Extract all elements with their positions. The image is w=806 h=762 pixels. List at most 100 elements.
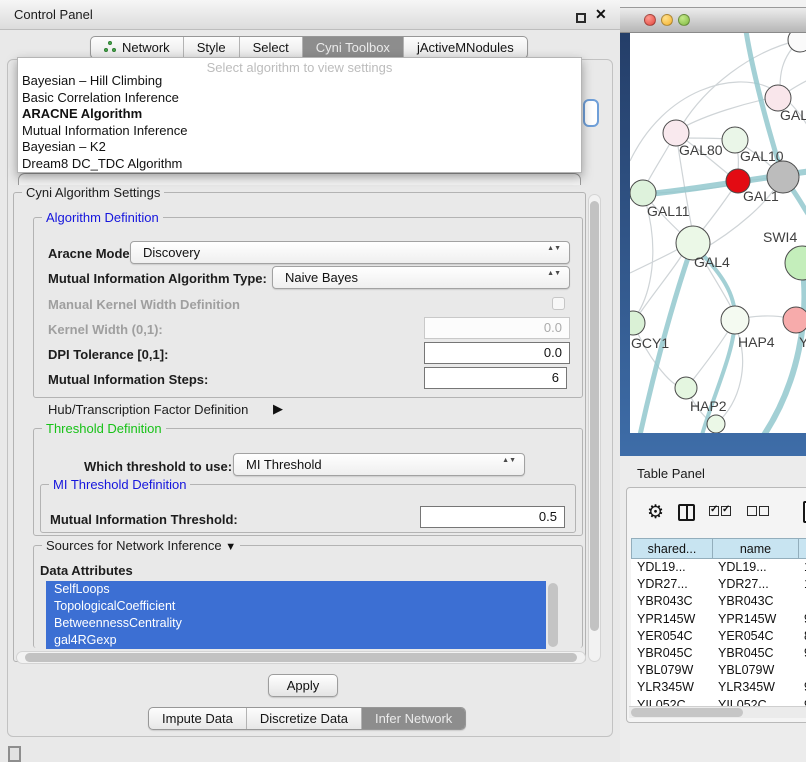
tab-select[interactable]: Select	[240, 37, 303, 58]
tab-network[interactable]: Network	[91, 37, 184, 58]
network-node-y[interactable]	[783, 307, 806, 333]
mi-threshold-group-title: MI Threshold Definition	[49, 477, 190, 492]
node-label: HAP4	[738, 334, 775, 350]
network-edge[interactable]	[630, 247, 682, 273]
network-graph[interactable]: GALGAL80GAL10GAL1GAL11SWI4GAL4GCY1HAP4YH…	[630, 33, 806, 433]
attributes-scrollbar-thumb[interactable]	[548, 583, 558, 647]
column-header[interactable]: shared...	[631, 538, 712, 559]
tab-jactivemnodules[interactable]: jActiveMNodules	[404, 37, 527, 58]
kernel-width-field[interactable]: 0.0	[424, 317, 570, 339]
table-cell: YLR345W	[631, 679, 712, 696]
dropdown-item[interactable]: Dream8 DC_TDC Algorithm	[18, 156, 581, 173]
close-traffic-light-icon[interactable]	[644, 14, 656, 26]
dpi-tolerance-field[interactable]: 0.0	[424, 342, 570, 364]
table-cell: 9.	[798, 679, 806, 696]
select-all-icon[interactable]	[709, 503, 733, 521]
dropdown-item[interactable]: Mutual Information Inference	[18, 123, 581, 140]
network-canvas[interactable]: GALGAL80GAL10GAL1GAL11SWI4GAL4GCY1HAP4YH…	[630, 33, 806, 433]
stepper-arrows-icon: ▲▼	[547, 270, 561, 278]
table-cell: YDR27...	[631, 576, 712, 593]
network-node[interactable]	[707, 415, 725, 433]
tab-impute-data[interactable]: Impute Data	[149, 708, 247, 729]
network-node[interactable]	[788, 33, 806, 52]
attribute-item[interactable]: BetweennessCentrality	[46, 615, 546, 632]
apply-button[interactable]: Apply	[268, 674, 338, 697]
network-node[interactable]	[767, 161, 799, 193]
control-panel: Control Panel ✕ NetworkStyleSelectCyni T…	[0, 0, 620, 762]
tab-infer-network[interactable]: Infer Network	[362, 708, 465, 729]
tab-discretize-data[interactable]: Discretize Data	[247, 708, 362, 729]
zoom-traffic-light-icon[interactable]	[678, 14, 690, 26]
horizontal-scrollbar-thumb[interactable]	[25, 653, 577, 662]
attribute-item[interactable]: SelfLoops	[46, 581, 546, 598]
mi-threshold-field[interactable]: 0.5	[420, 506, 565, 528]
dropdown-item[interactable]: ARACNE Algorithm	[18, 106, 581, 123]
sources-group-title: Sources for Network Inference ▼	[42, 538, 240, 553]
column-header[interactable]: name	[712, 538, 798, 559]
manual-kernel-checkbox[interactable]	[552, 297, 565, 310]
network-edge[interactable]	[638, 203, 653, 313]
node-label: SWI4	[763, 229, 797, 245]
table-horizontal-scrollbar[interactable]	[629, 706, 806, 718]
table-row[interactable]: YPR145WYPR145W9.	[631, 611, 806, 628]
dropdown-item[interactable]: Bayesian – Hill Climbing	[18, 73, 581, 90]
table-row[interactable]: YBR043CYBR043C	[631, 593, 806, 610]
table-cell: 8.	[798, 628, 806, 645]
node-label: GAL	[780, 107, 806, 123]
close-icon[interactable]: ✕	[595, 6, 607, 23]
mi-threshold-label: Mutual Information Threshold:	[50, 512, 238, 527]
network-node-hap2[interactable]	[675, 377, 697, 399]
table-cell: 9.	[798, 611, 806, 628]
network-node-swi4[interactable]	[785, 246, 806, 280]
column-header[interactable]	[798, 538, 806, 559]
vertical-scrollbar-thumb[interactable]	[590, 201, 599, 631]
mi-steps-field[interactable]: 6	[424, 367, 567, 389]
attribute-item[interactable]: TopologicalCoefficient	[46, 598, 546, 615]
network-node-gcy1[interactable]	[630, 311, 645, 335]
settings-horizontal-scrollbar[interactable]	[16, 651, 586, 664]
table-scrollbar-thumb[interactable]	[631, 708, 743, 717]
minimize-traffic-light-icon[interactable]	[661, 14, 673, 26]
expanded-arrow-icon[interactable]: ▼	[225, 541, 236, 553]
dropdown-item[interactable]: Bayesian – K2	[18, 139, 581, 156]
aracne-mode-value: Discovery	[143, 245, 200, 260]
aracne-mode-combobox[interactable]: Discovery ▲▼	[130, 241, 570, 264]
focused-control-fragment	[583, 99, 599, 127]
collapsed-arrow-icon[interactable]: ▶	[273, 401, 283, 417]
tab-style[interactable]: Style	[184, 37, 240, 58]
table-row[interactable]: YDR27...YDR27...12	[631, 576, 806, 593]
cyni-mode-tab-bar: Impute DataDiscretize Data Infer Network	[148, 707, 466, 730]
network-edge[interactable]	[789, 78, 806, 91]
settings-vertical-scrollbar[interactable]	[588, 194, 601, 662]
tab-label: Network	[122, 40, 170, 55]
table-row[interactable]: YBL079WYBL079W	[631, 662, 806, 679]
dock-panel-icon[interactable]	[8, 746, 21, 762]
tab-cyni-toolbox[interactable]: Cyni Toolbox	[303, 37, 404, 58]
table-header-row: shared...name	[631, 538, 806, 559]
gear-icon[interactable]: ⚙	[647, 501, 664, 524]
hidden-combobox-sliver[interactable]	[18, 173, 581, 185]
which-threshold-combobox[interactable]: MI Threshold ▲▼	[233, 453, 525, 476]
table-panel-title: Table Panel	[637, 466, 705, 481]
manual-kernel-label: Manual Kernel Width Definition	[48, 297, 240, 312]
tab-label: Infer Network	[375, 711, 452, 726]
network-edge[interactable]	[633, 255, 682, 323]
data-attributes-list[interactable]: SelfLoopsTopologicalCoefficientBetweenne…	[46, 581, 546, 649]
table-row[interactable]: YDL19...YDL19...13	[631, 559, 806, 576]
table-row[interactable]: YBR045CYBR045C9.	[631, 645, 806, 662]
table-row[interactable]: YER054CYER054C8.	[631, 628, 806, 645]
mi-type-combobox[interactable]: Naive Bayes ▲▼	[272, 266, 570, 289]
deselect-all-icon[interactable]	[747, 503, 771, 521]
dropdown-item[interactable]: Basic Correlation Inference	[18, 90, 581, 107]
network-window-titlebar[interactable]	[620, 8, 806, 33]
hub-section-label[interactable]: Hub/Transcription Factor Definition	[48, 402, 248, 417]
table-toolbar: ⚙	[627, 488, 806, 536]
float-window-icon[interactable]	[576, 13, 586, 23]
columns-icon[interactable]	[678, 504, 695, 521]
stepper-arrows-icon: ▲▼	[547, 245, 561, 253]
table-row[interactable]: YLR345WYLR345W9.	[631, 679, 806, 696]
table-cell	[798, 593, 806, 610]
node-table[interactable]: shared...nameYDL19...YDL19...13YDR27...Y…	[631, 538, 806, 714]
attribute-item[interactable]: gal4RGexp	[46, 632, 546, 649]
network-node-hap4[interactable]	[721, 306, 749, 334]
